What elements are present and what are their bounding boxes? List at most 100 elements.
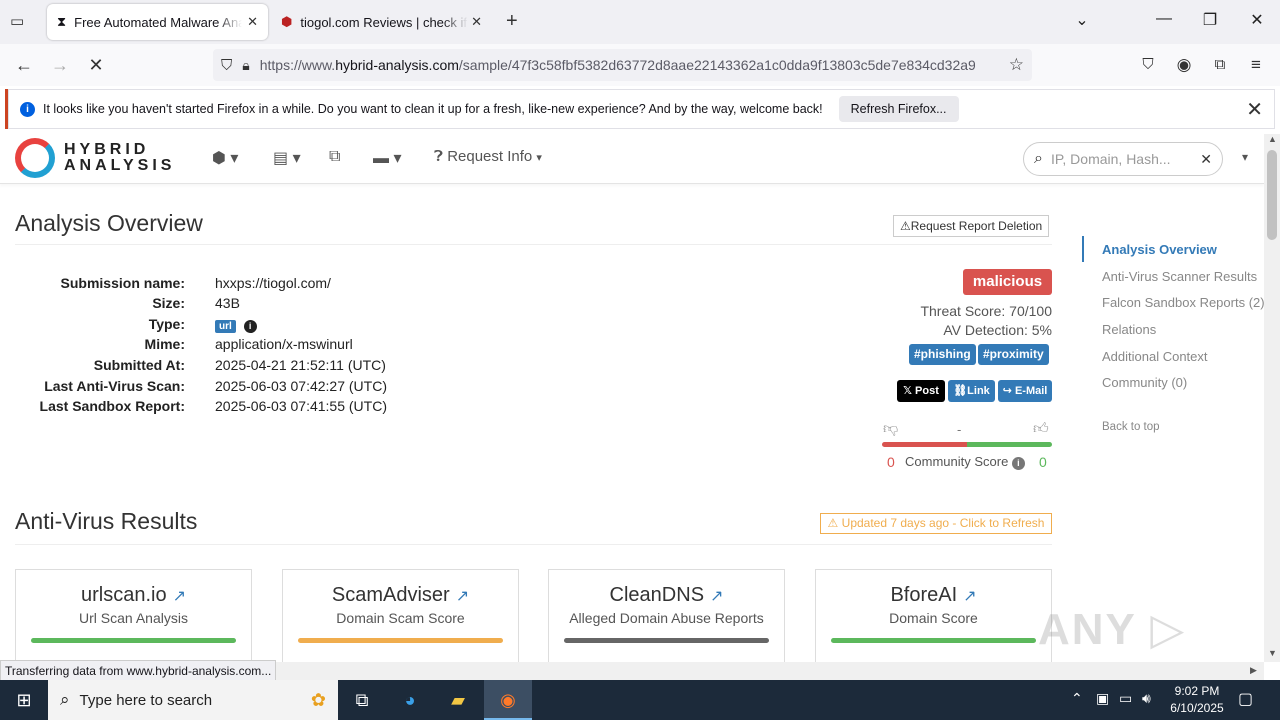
- scroll-up-icon[interactable]: ▲: [1268, 134, 1277, 144]
- maximize-icon[interactable]: ❐: [1198, 10, 1222, 30]
- delete-button-label: Request Report Deletion: [910, 219, 1043, 233]
- file-explorer-icon[interactable]: ▰: [434, 680, 482, 720]
- close-window-icon[interactable]: ✕: [1245, 10, 1269, 30]
- back-icon[interactable]: ←: [12, 53, 36, 77]
- thumbs-up-icon[interactable]: 👍︎: [1033, 420, 1049, 438]
- new-tab-icon[interactable]: +: [506, 10, 518, 33]
- share-arrow-icon: ↪: [1002, 385, 1012, 397]
- stop-loading-icon[interactable]: ✕: [84, 53, 108, 77]
- community-score-text: Community Score: [905, 454, 1009, 469]
- sidenav-falcon-sandbox-reports[interactable]: Falcon Sandbox Reports (2): [1102, 295, 1265, 310]
- external-link-icon[interactable]: ↗: [456, 588, 469, 605]
- av-card-scamadviser[interactable]: ScamAdviser ↗ Domain Scam Score: [282, 569, 519, 664]
- community-up-count: 0: [1039, 454, 1047, 470]
- tab-list-icon[interactable]: ▭: [10, 12, 24, 30]
- forward-icon[interactable]: →: [48, 53, 72, 77]
- firefox-taskbar-icon[interactable]: ◉: [484, 680, 532, 720]
- av-card-bforeai[interactable]: BforeAI ↗ Domain Score: [815, 569, 1052, 664]
- search-input[interactable]: IP, Domain, Hash...: [1051, 151, 1171, 167]
- type-info-icon[interactable]: i: [243, 320, 257, 333]
- card-title: CleanDNS: [609, 584, 705, 606]
- browser-status-bar: Transferring data from www.hybrid-analys…: [0, 660, 277, 682]
- hamburger-menu-icon[interactable]: ≡: [1244, 53, 1268, 77]
- sidenav-relations[interactable]: Relations: [1102, 322, 1156, 337]
- search-options-chevron-icon[interactable]: ▾: [1242, 150, 1248, 164]
- tab-overflow-chevron-icon[interactable]: ⌄: [1070, 10, 1094, 30]
- url-bar[interactable]: ⛉ 🔒︎ https://www.hybrid-analysis.com/sam…: [213, 49, 1032, 81]
- task-view-icon[interactable]: ⧉: [338, 680, 386, 720]
- extensions-icon[interactable]: ⧉: [1208, 53, 1232, 77]
- shield-favicon-icon: ⬢: [281, 14, 293, 29]
- site-search-box[interactable]: ⌕ IP, Domain, Hash... ✕: [1023, 142, 1223, 176]
- share-email-button[interactable]: ↪ E-Mail: [998, 380, 1052, 402]
- cube-menu-icon[interactable]: ⬢ ▾: [212, 148, 238, 168]
- url-path: /sample/47f3c58fbf5382d63772d8aae2214336…: [458, 57, 975, 73]
- copy-icon[interactable]: ⧉: [329, 148, 340, 166]
- tab-tiogol-reviews[interactable]: ⬢ tiogol.com Reviews | check if th ✕: [271, 4, 492, 40]
- tab-hybrid-analysis[interactable]: ⧗ Free Automated Malware Analy ✕: [47, 4, 268, 40]
- account-icon[interactable]: ◉: [1172, 53, 1196, 77]
- taskbar-search-input[interactable]: Type here to search: [80, 692, 213, 709]
- tray-device-icon[interactable]: ▣: [1096, 690, 1109, 707]
- notification-center-icon[interactable]: ▢: [1238, 689, 1253, 709]
- external-link-icon[interactable]: ↗: [963, 588, 976, 605]
- share-link-button[interactable]: ⛓Link: [948, 380, 995, 402]
- sidenav-analysis-overview[interactable]: Analysis Overview: [1102, 242, 1217, 257]
- request-report-deletion-button[interactable]: ⚠Request Report Deletion: [893, 215, 1050, 237]
- sidenav-community[interactable]: Community (0): [1102, 375, 1187, 390]
- back-to-top-link[interactable]: Back to top: [1102, 421, 1160, 433]
- taskbar-search-box[interactable]: ⌕ Type here to search ✿: [48, 680, 338, 720]
- site-logo-text[interactable]: HYBRID ANALYSIS: [64, 142, 175, 174]
- av-results-title: Anti-Virus Results: [15, 508, 198, 534]
- mime-label: Mime:: [144, 336, 185, 352]
- vertical-scrollbar[interactable]: ▲ ▼: [1264, 134, 1280, 662]
- refresh-firefox-button[interactable]: Refresh Firefox...: [838, 96, 959, 122]
- av-card-cleandns[interactable]: CleanDNS ↗ Alleged Domain Abuse Reports: [548, 569, 785, 664]
- hybrid-analysis-logo-icon[interactable]: [15, 138, 55, 178]
- url-text: https://www.hybrid-analysis.com/sample/4…: [260, 57, 975, 73]
- card-subtitle: Url Scan Analysis: [79, 610, 188, 626]
- share-post-button[interactable]: 𝕏 Post: [897, 380, 945, 402]
- file-upload-menu-icon[interactable]: ▤ ▾: [273, 148, 301, 168]
- taskbar-clock[interactable]: 9:02 PM 6/10/2025: [1164, 683, 1230, 717]
- email-label: E-Mail: [1014, 385, 1048, 397]
- external-link-icon[interactable]: ↗: [710, 588, 723, 605]
- bookmark-star-icon[interactable]: ☆: [1009, 55, 1024, 75]
- tag-phishing[interactable]: #phishing: [909, 344, 976, 365]
- folder-menu-icon[interactable]: ▬ ▾: [373, 148, 401, 168]
- volume-icon[interactable]: 🔊︎: [1142, 690, 1151, 707]
- av-updated-text: Updated 7 days ago - Click to Refresh: [841, 516, 1045, 530]
- av-refresh-button[interactable]: ⚠ Updated 7 days ago - Click to Refresh: [820, 513, 1052, 534]
- av-card-urlscan[interactable]: urlscan.io ↗ Url Scan Analysis: [15, 569, 252, 664]
- tracking-shield-icon[interactable]: ⛉: [221, 57, 232, 74]
- tray-chevron-up-icon[interactable]: ⌃: [1071, 690, 1083, 707]
- site-header: HYBRID ANALYSIS ⬢ ▾ ▤ ▾ ⧉ ▬ ▾ ❓︎ Request…: [0, 134, 1264, 184]
- card-subtitle: Domain Score: [889, 610, 978, 626]
- close-tab-icon[interactable]: ✕: [471, 14, 482, 30]
- windows-taskbar: ⊞ ⌕ Type here to search ✿ ⧉ ◕ ▰ ◉ ⌃ ▣ ▭ …: [0, 680, 1280, 720]
- community-score-bar: [882, 442, 1052, 447]
- vertical-scroll-thumb[interactable]: [1267, 150, 1277, 240]
- tag-proximity[interactable]: #proximity: [978, 344, 1049, 365]
- size-label: Size:: [152, 295, 185, 311]
- scroll-down-icon[interactable]: ▼: [1268, 648, 1277, 658]
- external-link-icon[interactable]: ↗: [173, 588, 186, 605]
- thumbs-down-icon[interactable]: 👎︎: [883, 420, 898, 438]
- flower-decoration-icon: ✿: [310, 689, 326, 710]
- last-sandbox-report-label: Last Sandbox Report:: [39, 398, 185, 414]
- edge-browser-icon[interactable]: ◕: [386, 680, 434, 720]
- minimize-icon[interactable]: —: [1152, 10, 1176, 28]
- community-info-icon[interactable]: i: [1011, 457, 1025, 470]
- scroll-right-icon[interactable]: ▶: [1250, 665, 1257, 676]
- clear-search-icon[interactable]: ✕: [1200, 151, 1212, 168]
- sidenav-av-scanner-results[interactable]: Anti-Virus Scanner Results: [1102, 269, 1257, 284]
- lock-icon[interactable]: 🔒︎: [242, 57, 249, 74]
- close-notification-icon[interactable]: ✕: [1246, 97, 1263, 122]
- windows-start-icon[interactable]: ⊞: [0, 680, 48, 720]
- request-info-menu[interactable]: ❓︎ Request Info ▾: [434, 148, 542, 165]
- network-icon[interactable]: ▭: [1119, 690, 1132, 707]
- sidenav-additional-context[interactable]: Additional Context: [1102, 349, 1208, 364]
- last-av-scan-value: 2025-06-03 07:42:27 (UTC): [215, 378, 387, 394]
- close-tab-icon[interactable]: ✕: [247, 14, 258, 30]
- pocket-icon[interactable]: ⛉: [1136, 53, 1160, 77]
